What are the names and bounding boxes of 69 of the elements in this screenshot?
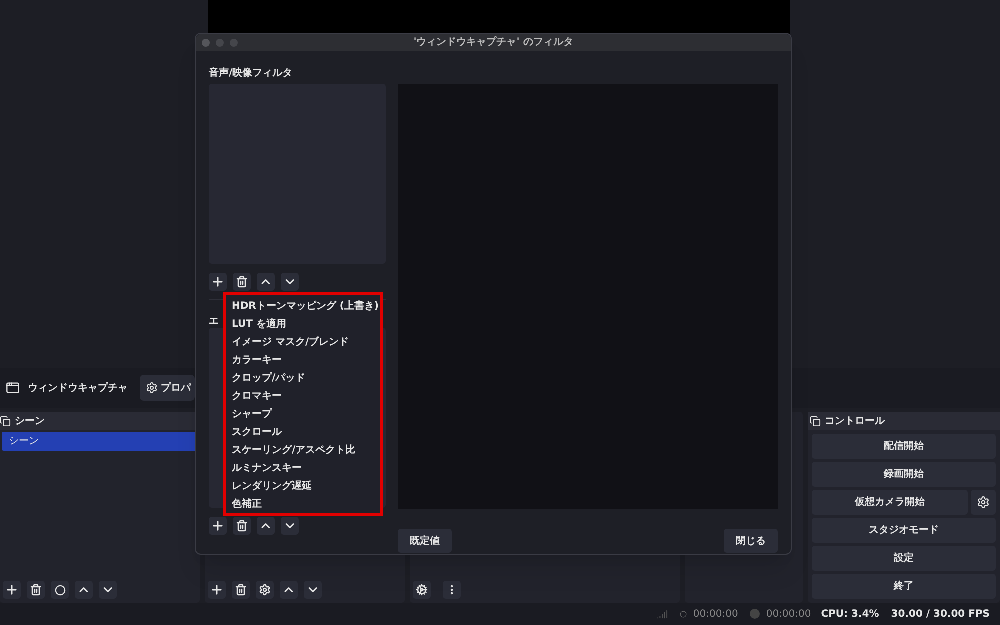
menu-item[interactable]: スクロール — [226, 423, 288, 441]
streaming-time: 00:00:00 — [693, 608, 738, 622]
panel-title: コントロール — [825, 414, 885, 429]
menu-item[interactable]: LUT を適用 — [226, 315, 292, 333]
settings-icon — [977, 496, 990, 510]
move-down-button[interactable] — [99, 581, 117, 600]
add-icon — [211, 275, 225, 289]
control-button[interactable]: 録画開始 — [812, 462, 996, 488]
fps: 30.00 / 30.00 FPS — [891, 608, 990, 622]
menu-item[interactable]: クロップ/パッド — [226, 369, 312, 387]
settings-button[interactable] — [971, 490, 996, 516]
menu-item[interactable]: HDRトーンマッピング (上書き) — [226, 297, 385, 315]
section-label: 音声/映像フィルタ — [209, 66, 294, 81]
properties-button[interactable]: プロパ — [140, 375, 195, 402]
menu-item[interactable]: スケーリング/アスペクト比 — [226, 441, 362, 459]
control-button[interactable]: 配信開始 — [812, 434, 996, 460]
cpu-usage: CPU: 3.4% — [821, 608, 880, 622]
add-icon — [5, 583, 19, 598]
add-icon — [210, 583, 224, 598]
add-button[interactable] — [209, 517, 227, 535]
menu-item[interactable]: イメージ マスク/ブレンド — [226, 333, 356, 351]
controls-icon — [810, 416, 821, 427]
source-name: ウィンドウキャプチャ — [28, 381, 129, 396]
add-icon — [211, 519, 225, 533]
control-button[interactable]: 設定 — [812, 546, 996, 572]
panel-title: シーン — [15, 414, 45, 429]
add-button[interactable] — [208, 581, 226, 600]
recording-time: 00:00:00 — [766, 608, 812, 622]
move-down-button[interactable] — [281, 517, 299, 535]
more-button[interactable] — [443, 581, 461, 600]
menu-item[interactable]: 色補正 — [226, 495, 268, 513]
control-button[interactable]: 仮想カメラ開始 — [812, 490, 968, 516]
menu-item[interactable]: シャープ — [226, 405, 278, 423]
add-button[interactable] — [3, 581, 21, 600]
remove-button[interactable] — [233, 517, 251, 535]
menu-item[interactable]: ルミナンスキー — [226, 459, 308, 477]
window-icon — [6, 381, 20, 396]
move-up-button[interactable] — [280, 581, 298, 600]
remove-icon — [236, 520, 248, 532]
remove-icon — [30, 584, 42, 596]
scenes-icon — [0, 416, 11, 427]
filters-button[interactable] — [51, 581, 69, 600]
menu-item[interactable]: カラーキー — [226, 351, 288, 369]
settings-icon — [259, 584, 271, 596]
remove-icon — [235, 584, 247, 596]
remove-icon — [236, 276, 248, 288]
close-button[interactable]: 閉じる — [724, 529, 778, 553]
remove-button[interactable] — [232, 581, 250, 600]
control-button[interactable]: スタジオモード — [812, 518, 996, 544]
dialog-title: 'ウィンドウキャプチャ' のフィルタ — [414, 35, 574, 50]
settings-icon — [416, 584, 428, 596]
scene-item[interactable]: シーン — [2, 432, 198, 452]
move-up-button[interactable] — [257, 273, 275, 291]
move-down-button[interactable] — [304, 581, 322, 600]
add-button[interactable] — [209, 273, 227, 291]
move-up-button[interactable] — [257, 517, 275, 535]
section-label: エ — [209, 316, 220, 327]
remove-button[interactable] — [233, 273, 251, 291]
menu-item[interactable]: レンダリング遅延 — [226, 477, 318, 495]
defaults-button[interactable]: 既定値 — [398, 529, 452, 553]
remove-button[interactable] — [27, 581, 45, 600]
menu-item[interactable]: クロマキー — [226, 387, 288, 405]
move-up-button[interactable] — [75, 581, 93, 600]
control-button[interactable]: 終了 — [812, 574, 996, 600]
settings-button[interactable] — [256, 581, 274, 600]
gear-icon — [146, 382, 158, 394]
settings-button[interactable] — [413, 581, 431, 600]
signal-icon — [657, 608, 668, 620]
move-down-button[interactable] — [281, 273, 299, 291]
